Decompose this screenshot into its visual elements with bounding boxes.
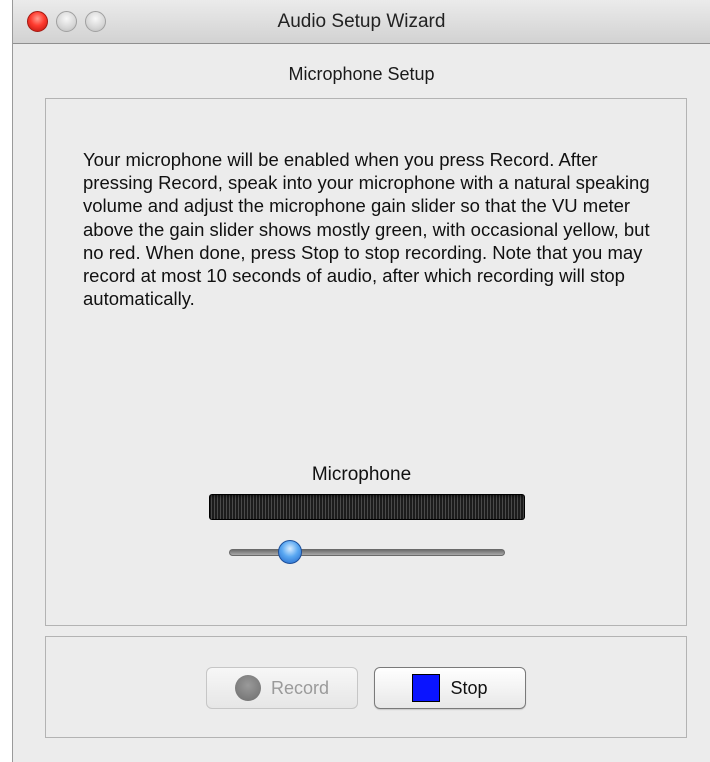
vu-meter [209, 494, 525, 520]
record-circle-icon [234, 675, 261, 701]
title-bar[interactable]: Audio Setup Wizard [13, 0, 710, 44]
record-button-label: Record [270, 677, 330, 698]
audio-setup-window: Audio Setup Wizard Microphone Setup Your… [12, 0, 710, 762]
stop-button[interactable]: Stop [374, 667, 526, 709]
microphone-label: Microphone [311, 464, 412, 485]
stop-square-icon [412, 674, 441, 702]
record-button[interactable]: Record [206, 667, 358, 709]
instructions-text: Your microphone will be enabled when you… [83, 149, 650, 310]
gain-slider-track[interactable] [229, 549, 505, 556]
gain-slider-thumb[interactable] [277, 540, 302, 564]
section-title: Microphone Setup [288, 64, 435, 84]
button-panel [45, 636, 687, 738]
window-title: Audio Setup Wizard [277, 11, 446, 32]
stop-button-label: Stop [450, 677, 488, 698]
